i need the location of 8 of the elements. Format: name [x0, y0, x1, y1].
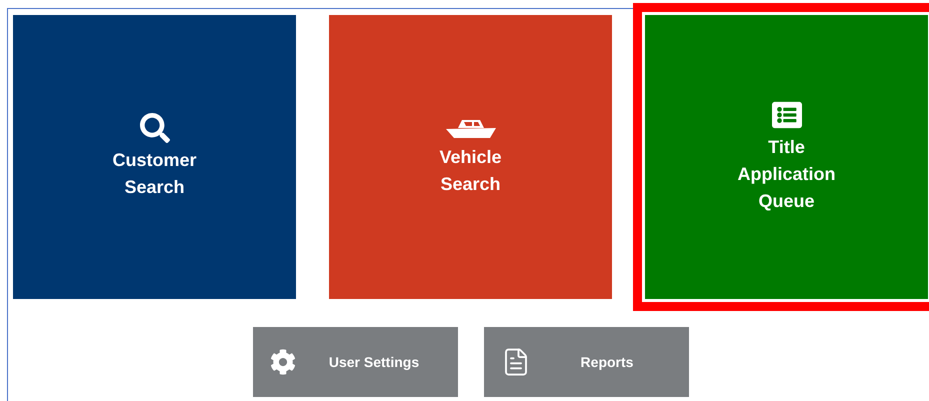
menu-button[interactable]: User Settings	[253, 327, 458, 397]
menu-button[interactable]: Reports	[484, 327, 689, 397]
settings-icon	[270, 349, 296, 375]
tile-button[interactable]: Customer Search	[13, 15, 296, 299]
list-icon	[772, 100, 802, 130]
search-icon	[140, 113, 170, 143]
tile-button[interactable]: Title Application Queue	[633, 3, 929, 311]
tile-button[interactable]: Vehicle Search	[329, 15, 612, 299]
